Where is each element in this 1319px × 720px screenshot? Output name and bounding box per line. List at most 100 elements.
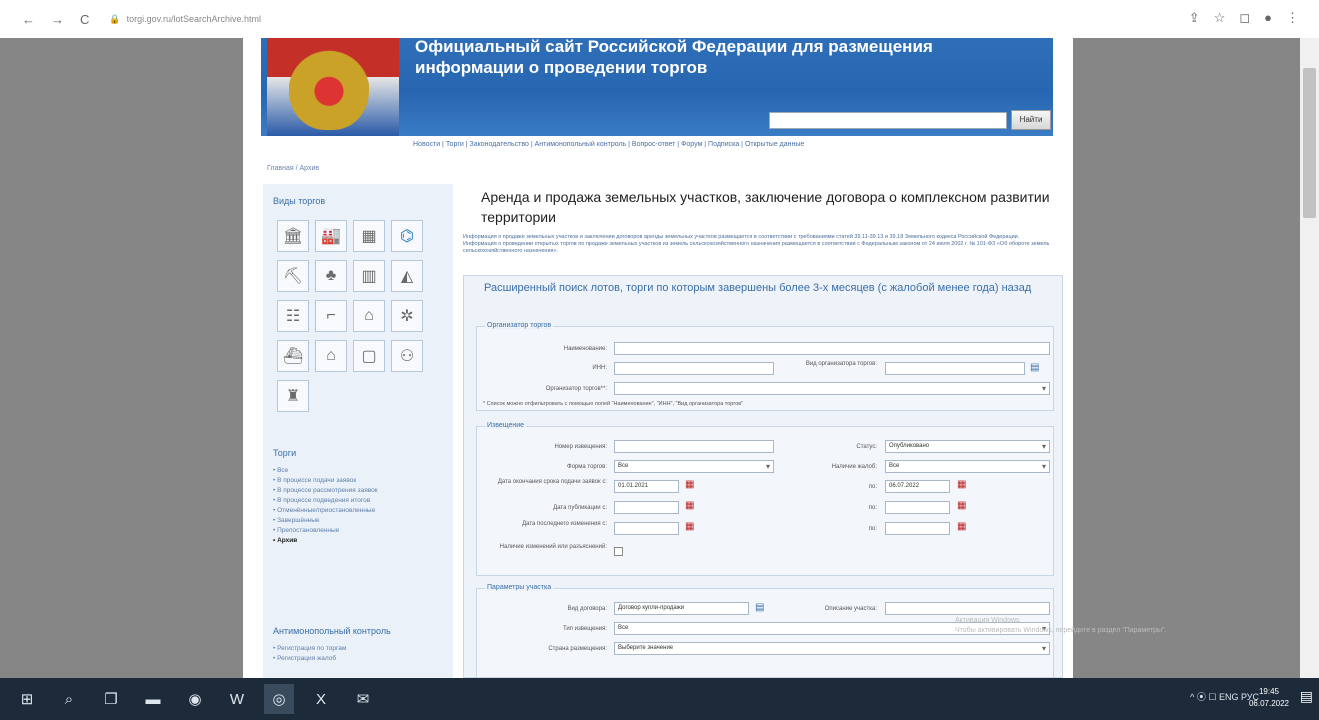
complaint-select[interactable]: Все bbox=[885, 460, 1050, 473]
lock-icon: 🔒 bbox=[109, 13, 121, 24]
org-inn-input[interactable] bbox=[614, 362, 774, 375]
forward-icon[interactable]: → bbox=[51, 12, 64, 27]
notice-number-input[interactable] bbox=[614, 440, 774, 453]
monitor-icon[interactable]: ▢ bbox=[353, 340, 385, 372]
sidebar-item-archive[interactable]: • Архив bbox=[273, 536, 443, 546]
oil-rig-icon[interactable]: ♜ bbox=[277, 380, 309, 412]
field-icon[interactable]: ☷ bbox=[277, 300, 309, 332]
pub-from-input[interactable] bbox=[614, 501, 679, 514]
sidebar-item-cancelled[interactable]: • Отменённые/приостановленные bbox=[273, 506, 443, 516]
sidebar-types-heading: Виды торгов bbox=[273, 196, 326, 206]
country-select[interactable]: Выберите значение bbox=[614, 642, 1050, 655]
factory-icon[interactable]: 🏭 bbox=[315, 220, 347, 252]
sidebar-item-all[interactable]: • Все bbox=[273, 466, 443, 476]
tree-icon[interactable]: ♣ bbox=[315, 260, 347, 292]
ship-icon[interactable]: ⛴ bbox=[277, 340, 309, 372]
contract-input[interactable]: Договор купли-продажи bbox=[614, 602, 749, 615]
crane-icon[interactable]: ⛏ bbox=[277, 260, 309, 292]
reload-icon[interactable]: C bbox=[80, 12, 89, 27]
city-icon[interactable]: ▥ bbox=[353, 260, 385, 292]
extensions-icon[interactable]: ◻ bbox=[1239, 10, 1250, 26]
calendar-icon[interactable]: ▦ bbox=[685, 501, 695, 511]
clock[interactable]: 19:45 06.07.2022 bbox=[1249, 686, 1289, 710]
scrollbar-thumb[interactable] bbox=[1303, 68, 1316, 218]
org-type-input[interactable] bbox=[885, 362, 1025, 375]
building-icon[interactable]: 🏛 bbox=[277, 220, 309, 252]
menu-icon[interactable]: ⋮ bbox=[1286, 10, 1299, 26]
sidebar-item-registry-torgi[interactable]: • Регистрация по торгам bbox=[273, 644, 443, 654]
change-from-input[interactable] bbox=[614, 522, 679, 535]
info-paragraph-1: Информация о продаже земельных участков … bbox=[463, 234, 1020, 240]
house-icon[interactable]: ⌂ bbox=[315, 340, 347, 372]
form-value: Все bbox=[618, 463, 629, 469]
calendar-icon[interactable]: ▦ bbox=[957, 501, 967, 511]
site-search-button[interactable]: Найти bbox=[1011, 110, 1051, 130]
sidebar-item-submission[interactable]: • В процессе подачи заявок bbox=[273, 476, 443, 486]
topnav-item-news[interactable]: Новости bbox=[413, 141, 440, 148]
bookmark-star-icon[interactable]: ☆ bbox=[1214, 10, 1226, 26]
deadline-from-input[interactable]: 01.01.2021 bbox=[614, 480, 679, 493]
desc-input[interactable] bbox=[885, 602, 1050, 615]
calculator-icon[interactable]: ▤ bbox=[1030, 362, 1039, 373]
clock-time: 19:45 bbox=[1258, 687, 1279, 696]
org-name-input[interactable] bbox=[614, 342, 1050, 355]
country-value: Выберите значение bbox=[618, 645, 674, 651]
calendar-icon[interactable]: ▦ bbox=[957, 522, 967, 532]
word-icon[interactable]: W bbox=[222, 684, 252, 714]
windows-start-icon[interactable]: ⊞ bbox=[12, 684, 42, 714]
sidebar-item-registry-complaints[interactable]: • Регистрация жалоб bbox=[273, 654, 443, 664]
address-bar[interactable]: 🔒 torgi.gov.ru/lotSearchArchive.html bbox=[109, 14, 261, 25]
breadcrumb[interactable]: Главная / Архив bbox=[267, 165, 319, 172]
deadline-to-input[interactable]: 06.07.2022 bbox=[885, 480, 950, 493]
info-paragraph-2: Информация о проведении открытых торгов … bbox=[463, 241, 1050, 254]
topnav-item-faq[interactable]: Вопрос-ответ bbox=[632, 141, 675, 148]
notification-icon[interactable]: ▤ bbox=[1300, 688, 1313, 705]
search-icon[interactable]: ⌕ bbox=[54, 684, 84, 714]
rent-icon[interactable]: ▦ bbox=[353, 220, 385, 252]
profile-icon[interactable]: ● bbox=[1264, 10, 1272, 26]
sidebar-antimonopoly-heading: Антимонопольный контроль bbox=[273, 626, 391, 636]
share-icon[interactable]: ⇪ bbox=[1189, 10, 1200, 26]
pipe-icon[interactable]: ⌐ bbox=[315, 300, 347, 332]
sidebar-item-review[interactable]: • В процессе рассмотрения заявок bbox=[273, 486, 443, 496]
land-icon[interactable]: ◭ bbox=[391, 260, 423, 292]
status-select[interactable]: Опубликовано bbox=[885, 440, 1050, 453]
chrome-icon[interactable]: ◎ bbox=[264, 684, 294, 714]
change-flag-checkbox[interactable] bbox=[614, 547, 623, 556]
file-explorer-icon[interactable]: ▬ bbox=[138, 684, 168, 714]
topnav-item-antimonopoly[interactable]: Антимонопольный контроль bbox=[535, 141, 627, 148]
page-scrollbar[interactable] bbox=[1300, 38, 1319, 678]
excel-icon[interactable]: X bbox=[306, 684, 336, 714]
sidebar-item-finished[interactable]: • Завершённые bbox=[273, 516, 443, 526]
topnav-item-subscribe[interactable]: Подписка bbox=[708, 141, 739, 148]
chat-icon[interactable]: ✉ bbox=[348, 684, 378, 714]
edge-browser-icon[interactable]: ◉ bbox=[180, 684, 210, 714]
tower-icon[interactable]: ⌬ bbox=[391, 220, 423, 252]
task-view-icon[interactable]: ❐ bbox=[96, 684, 126, 714]
topnav-item-opendata[interactable]: Открытые данные bbox=[745, 141, 804, 148]
people-icon[interactable]: ⚇ bbox=[391, 340, 423, 372]
notice-number-label: Номер извещения: bbox=[554, 444, 607, 450]
sidebar-item-suspended[interactable]: • Препостановленные bbox=[273, 526, 443, 536]
calendar-icon[interactable]: ▦ bbox=[957, 480, 967, 490]
tender-type-value: Все bbox=[618, 625, 629, 631]
fish-icon[interactable]: ✲ bbox=[391, 300, 423, 332]
topnav-item-law[interactable]: Законодательство bbox=[470, 141, 529, 148]
change-to-input[interactable] bbox=[885, 522, 950, 535]
site-search-input[interactable] bbox=[769, 112, 1007, 129]
sidebar-item-results[interactable]: • В процессе подведения итогов bbox=[273, 496, 443, 506]
topnav-item-forum[interactable]: Форум bbox=[681, 141, 702, 148]
back-icon[interactable]: ← bbox=[22, 12, 35, 27]
bank-icon[interactable]: ⌂ bbox=[353, 300, 385, 332]
org-organizer-select[interactable] bbox=[614, 382, 1050, 395]
watermark-line1: Активация Windows bbox=[955, 617, 1020, 624]
topnav-item-torgi[interactable]: Торги bbox=[446, 141, 464, 148]
main-content: Аренда и продажа земельных участков, зак… bbox=[463, 184, 1063, 678]
calendar-icon[interactable]: ▦ bbox=[685, 522, 695, 532]
form-select[interactable]: Все bbox=[614, 460, 774, 473]
pub-to-input[interactable] bbox=[885, 501, 950, 514]
calendar-icon[interactable]: ▦ bbox=[685, 480, 695, 490]
contract-picker-icon[interactable]: ▤ bbox=[755, 602, 764, 613]
tender-type-label: Тип извещения: bbox=[562, 626, 607, 632]
browser-nav: ← → C bbox=[22, 12, 89, 27]
